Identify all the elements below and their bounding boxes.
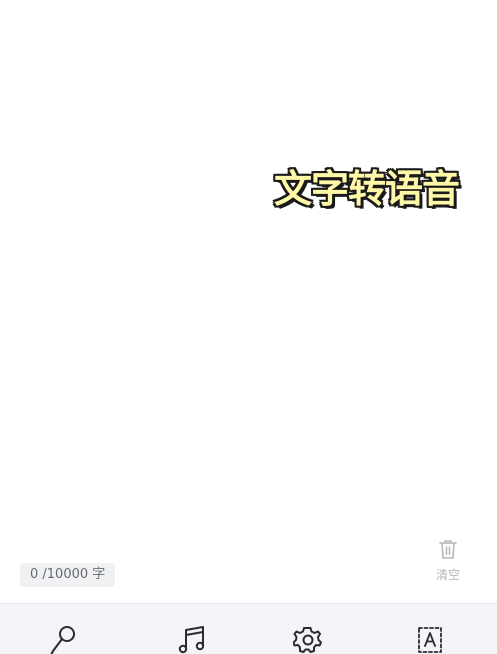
character-count-badge: 0 /10000 字 [20, 563, 116, 587]
text-to-speech-screen: 文字转语音 0 /10000 字 清空 [0, 0, 497, 654]
text-box-icon [413, 624, 447, 654]
clear-button[interactable]: 清空 [428, 538, 468, 588]
microphone-icon [46, 624, 80, 654]
tab-voice[interactable] [46, 624, 80, 654]
bottom-toolbar [0, 603, 497, 654]
overlay-title: 文字转语音 [274, 167, 460, 211]
music-note-icon [175, 624, 209, 654]
tab-text-style[interactable] [413, 624, 447, 654]
gear-icon [292, 624, 326, 654]
tab-music[interactable] [175, 624, 209, 654]
trash-icon [428, 538, 468, 560]
clear-label: 清空 [435, 568, 460, 582]
tab-settings[interactable] [292, 624, 326, 654]
